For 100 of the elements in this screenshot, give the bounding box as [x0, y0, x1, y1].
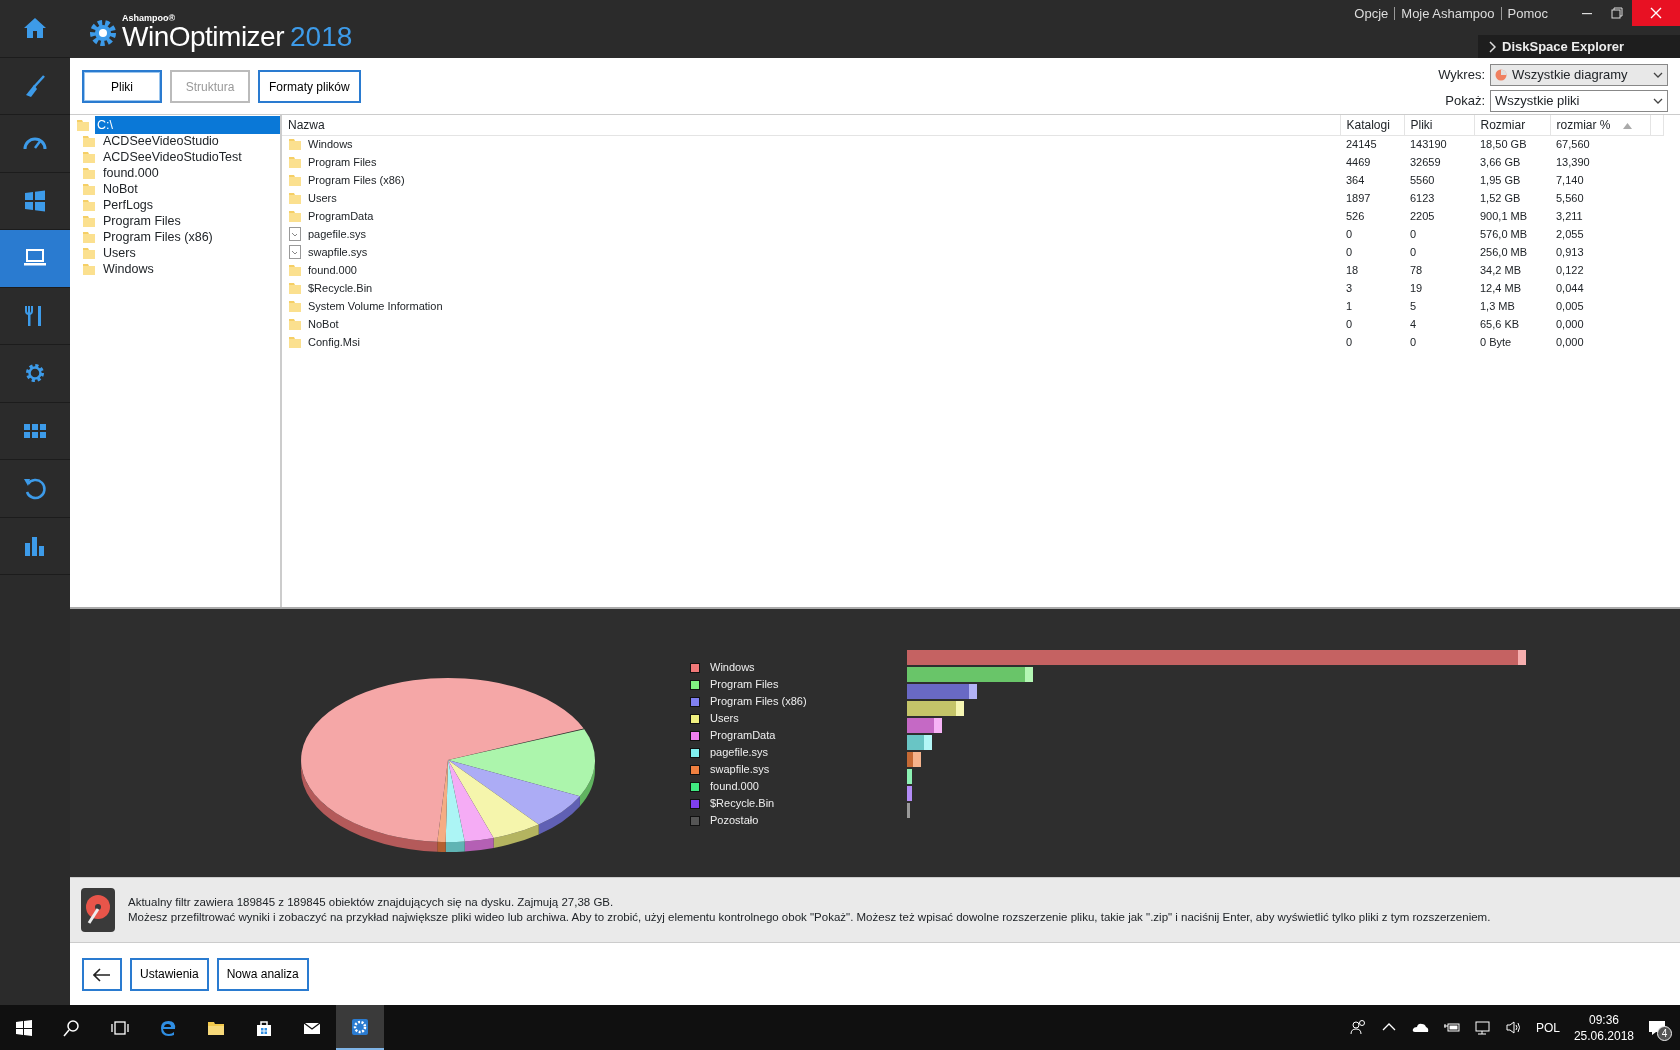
legend-label: $Recycle.Bin	[710, 796, 775, 812]
table-cell: 0,913	[1556, 245, 1584, 258]
legend-label: Pozostało	[710, 813, 759, 829]
table-cell: 13,390	[1556, 155, 1590, 168]
legend-label: Users	[710, 711, 739, 727]
table-cell-text: found.000	[308, 262, 357, 278]
bar	[907, 803, 910, 818]
gear-app-icon	[351, 1017, 369, 1036]
speaker-icon[interactable]	[1504, 1019, 1522, 1036]
bar	[907, 769, 912, 784]
folder-icon	[288, 155, 302, 169]
table-cell: 18	[1346, 263, 1359, 276]
action-button[interactable]: Nowa analiza	[216, 957, 309, 991]
chevron-right-icon	[1488, 40, 1496, 53]
table-cell-text: $Recycle.Bin	[308, 280, 373, 296]
table-cell: 0	[1346, 227, 1353, 240]
language-indicator: POL	[1535, 1019, 1560, 1037]
tree-item[interactable]: C:\	[95, 115, 280, 135]
folder-icon	[288, 299, 302, 313]
gear-logo-icon	[88, 17, 118, 48]
table-cell: 12,4 MB	[1480, 281, 1521, 294]
table-cell: 900,1 MB	[1480, 209, 1528, 222]
bar	[907, 718, 942, 733]
table-cell: 5560	[1410, 173, 1435, 186]
clock-date: 25.06.2018	[1573, 1027, 1634, 1044]
info-text: Możesz przefiltrować wyniki i zobaczyć na przykład największe pliki wideo lub archiwa. Aby to zrobić, użyj elementu kontrolnego obok "Pokaż". Możesz też wpisać dowolne rozszerzenie pliku, takie jak ".zip" i naciśnij Enter, aby wyświetlić tylko pliki z tym rozszerzeniem.	[128, 910, 1491, 925]
table-cell-text: NoBot	[308, 316, 339, 332]
table-cell-text: swapfile.sys	[308, 244, 368, 260]
table-cell: 0	[1346, 335, 1353, 348]
legend-label: ProgramData	[710, 728, 776, 744]
back-button[interactable]	[82, 957, 122, 991]
app-title: WinOptimizer	[122, 23, 284, 51]
table-cell: 256,0 MB	[1480, 245, 1528, 258]
clock-time: 09:36	[1587, 1011, 1620, 1028]
folder-icon	[82, 262, 96, 276]
legend-label: Program Files	[710, 677, 779, 693]
table-cell-text: Program Files	[308, 154, 377, 170]
restore-icon[interactable]	[1610, 6, 1624, 20]
folder-icon	[82, 198, 96, 212]
table-cell-text: System Volume Information	[308, 298, 443, 314]
close-icon[interactable]	[1649, 6, 1663, 20]
folder-icon	[82, 182, 96, 196]
field-label: Wykres:	[1438, 66, 1485, 85]
table-cell: 4	[1410, 317, 1417, 330]
folder-icon	[288, 335, 302, 349]
menu-link[interactable]: Opcje	[1348, 6, 1396, 20]
folder-icon	[76, 118, 90, 132]
table-cell: 0,044	[1556, 281, 1584, 294]
column-header: rozmiar %	[1556, 116, 1611, 134]
app-version: 2018	[290, 23, 353, 51]
table-cell: 1,52 GB	[1480, 191, 1521, 204]
shopping-bag-icon	[255, 1018, 273, 1037]
folder-icon	[288, 209, 302, 223]
column-header: Rozmiar	[1480, 116, 1526, 134]
folder-icon	[288, 317, 302, 331]
folder-icon	[82, 230, 96, 244]
table-cell: 78	[1410, 263, 1423, 276]
legend-label: pagefile.sys	[710, 745, 769, 761]
table-cell: 0	[1410, 335, 1417, 348]
action-button[interactable]: Ustawienia	[130, 957, 209, 991]
table-cell: 364	[1346, 173, 1365, 186]
table-cell: 1	[1346, 299, 1353, 312]
table-cell-text: Users	[308, 190, 337, 206]
table-cell: 34,2 MB	[1480, 263, 1521, 276]
table-cell: 5	[1410, 299, 1417, 312]
chevron-down-icon	[1653, 72, 1663, 80]
table-cell-text: pagefile.sys	[308, 226, 367, 242]
table-cell: 143190	[1410, 138, 1447, 150]
dropdown[interactable]: Wszystkie pliki	[1490, 90, 1668, 112]
brand-name: Ashampoo®	[122, 14, 177, 23]
network-icon[interactable]	[1473, 1019, 1491, 1036]
folder-icon	[288, 137, 302, 152]
table-cell: 67,560	[1556, 138, 1590, 150]
folder-icon	[82, 150, 96, 164]
legend-label: found.000	[710, 779, 759, 795]
legend-label: Windows	[710, 660, 755, 676]
table-cell: 0,000	[1556, 335, 1584, 348]
table-cell: 3,66 GB	[1480, 155, 1521, 168]
section-title: DiskSpace Explorer	[1502, 37, 1625, 56]
folder-icon	[82, 246, 96, 260]
field-label: Pokaż:	[1445, 92, 1485, 111]
menu-link[interactable]: Pomoc	[1501, 6, 1554, 20]
sidebar-item[interactable]	[0, 230, 70, 288]
file-icon	[288, 245, 302, 259]
people-icon[interactable]	[1349, 1019, 1367, 1036]
menu-link[interactable]: Moje Ashampoo	[1395, 6, 1502, 20]
folder-icon	[288, 191, 302, 205]
table-cell: 526	[1346, 209, 1365, 222]
task-view-icon	[111, 1018, 129, 1037]
pie-icon	[1495, 69, 1507, 81]
table-cell: 0 Byte	[1480, 335, 1512, 348]
folder-icon	[82, 166, 96, 180]
table-cell: 1,95 GB	[1480, 173, 1521, 186]
search-icon	[63, 1018, 81, 1037]
dropdown[interactable]: Wszystkie diagramy	[1490, 64, 1668, 86]
tab[interactable]: Formaty plików	[258, 70, 361, 103]
column-header: Nazwa	[288, 116, 325, 134]
table-cell: 32659	[1410, 155, 1441, 168]
table-cell: 7,140	[1556, 173, 1584, 186]
tab[interactable]: Pliki	[82, 70, 162, 103]
